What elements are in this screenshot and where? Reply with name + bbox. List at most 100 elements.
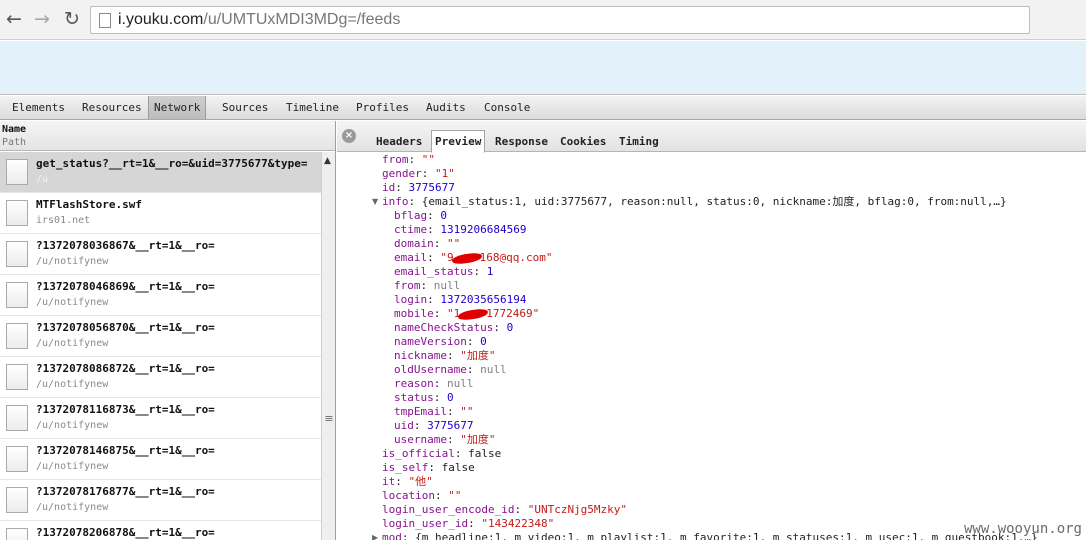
- tab-cookies[interactable]: Cookies: [557, 131, 609, 152]
- json-value: "加度": [460, 433, 496, 446]
- json-key: nameCheckStatus: [394, 321, 494, 334]
- tab-audits[interactable]: Audits: [421, 96, 471, 119]
- json-property: id: 3775677: [382, 181, 455, 194]
- json-object-mod[interactable]: ▶ mod: {m_headline:1, m_video:1, m_playli…: [372, 531, 1038, 540]
- request-row[interactable]: ?1372078086872&__rt=1&__ro= /u/notifynew: [0, 357, 321, 398]
- json-object-info[interactable]: ▼ info: {email_status:1, uid:3775677, rea…: [372, 195, 1007, 209]
- json-value: "": [421, 153, 435, 166]
- json-key: nickname: [394, 349, 447, 362]
- json-key: from: [382, 153, 409, 166]
- json-preview-tree: from: "" gender: "1" id: 3775677 ▼ info: …: [337, 153, 1086, 540]
- request-name: get_status?__rt=1&__ro=&uid=3775677&type…: [36, 157, 308, 170]
- tab-elements[interactable]: Elements: [7, 96, 70, 119]
- json-key: login: [394, 293, 428, 306]
- json-property: is_official: false: [382, 447, 502, 460]
- splitter-grip-icon[interactable]: ≡: [322, 412, 335, 425]
- request-path: /u/notifynew: [36, 338, 109, 349]
- detail-tabs: × Headers Preview Response Cookies Timin…: [337, 121, 1086, 153]
- json-property: nameVersion: 0: [394, 335, 487, 348]
- close-icon[interactable]: ×: [342, 129, 356, 143]
- tab-timing[interactable]: Timing: [616, 131, 662, 152]
- request-row[interactable]: ?1372078056870&__rt=1&__ro= /u/notifynew: [0, 316, 321, 357]
- expanded-triangle-icon[interactable]: ▼: [372, 195, 378, 209]
- json-property: it: "他": [382, 475, 433, 488]
- json-key: email_status: [394, 265, 474, 278]
- json-property: email: "9 168@qq.com": [394, 251, 553, 265]
- reload-icon[interactable]: ↻: [61, 8, 83, 30]
- json-key: nameVersion: [394, 335, 467, 348]
- tab-preview[interactable]: Preview: [431, 130, 486, 153]
- json-value: 0: [480, 335, 487, 348]
- request-path: /u/notifynew: [36, 379, 109, 390]
- url-text[interactable]: i.youku.com/u/UMTUxMDI3MDg=/feeds: [118, 11, 400, 29]
- request-row[interactable]: ?1372078116873&__rt=1&__ro= /u/notifynew: [0, 398, 321, 439]
- request-row[interactable]: ?1372078146875&__rt=1&__ro= /u/notifynew: [0, 439, 321, 480]
- request-row[interactable]: ?1372078046869&__rt=1&__ro= /u/notifynew: [0, 275, 321, 316]
- json-property: status: 0: [394, 391, 454, 404]
- tab-timeline[interactable]: Timeline: [281, 96, 344, 119]
- json-key: username: [394, 433, 447, 446]
- request-name: ?1372078036867&__rt=1&__ro=: [36, 239, 215, 252]
- request-row[interactable]: get_status?__rt=1&__ro=&uid=3775677&type…: [0, 152, 321, 193]
- column-name-header[interactable]: Name: [2, 123, 335, 136]
- request-path: /u/notifynew: [36, 502, 109, 513]
- email-suffix: 168@qq.com": [479, 251, 553, 264]
- json-property: login_user_id: "143422348": [382, 517, 555, 530]
- request-list-header[interactable]: Name Path: [0, 121, 335, 151]
- json-property: domain: "": [394, 237, 461, 250]
- json-value: "": [448, 489, 462, 502]
- json-property: is_self: false: [382, 461, 475, 474]
- tab-network[interactable]: Network: [148, 96, 207, 119]
- json-key: mod: [382, 531, 402, 540]
- json-property: email_status: 1: [394, 265, 494, 278]
- json-value: "1": [435, 167, 455, 180]
- request-path: irs01.net: [36, 215, 91, 226]
- page-icon: [99, 13, 111, 28]
- forward-arrow-icon[interactable]: →: [31, 8, 53, 30]
- file-icon: [6, 528, 28, 540]
- request-row[interactable]: ?1372078036867&__rt=1&__ro= /u/notifynew: [0, 234, 321, 275]
- tab-response[interactable]: Response: [492, 131, 551, 152]
- tab-headers[interactable]: Headers: [373, 131, 425, 152]
- devtools-panel-tabs: Elements Resources Network Sources Timel…: [0, 96, 1086, 120]
- request-row[interactable]: ?1372078176877&__rt=1&__ro= /u/notifynew: [0, 480, 321, 521]
- request-name: ?1372078046869&__rt=1&__ro=: [36, 280, 215, 293]
- json-key: ctime: [394, 223, 428, 236]
- mobile-suffix: 1772469": [486, 307, 540, 320]
- json-object-summary: {email_status:1, uid:3775677, reason:nul…: [421, 195, 1007, 208]
- json-property: username: "加度": [394, 433, 496, 446]
- file-icon: [6, 200, 28, 226]
- request-row[interactable]: ?1372078206878&__rt=1&__ro=: [0, 521, 321, 540]
- request-name: ?1372078176877&__rt=1&__ro=: [36, 485, 215, 498]
- json-key: location: [382, 489, 435, 502]
- json-property: nickname: "加度": [394, 349, 496, 362]
- json-value: 3775677: [408, 181, 455, 194]
- back-arrow-icon[interactable]: ←: [3, 8, 25, 30]
- scroll-up-arrow-icon[interactable]: ▲: [324, 156, 331, 166]
- json-value: "他": [408, 475, 433, 488]
- json-key: login_user_encode_id: [382, 503, 515, 516]
- tab-console[interactable]: Console: [479, 96, 535, 119]
- tab-sources[interactable]: Sources: [217, 96, 273, 119]
- json-property: from: null: [394, 279, 461, 292]
- json-value: 1: [486, 265, 494, 278]
- json-object-summary: {m_headline:1, m_video:1, m_playlist:1, …: [415, 531, 1038, 540]
- file-icon: [6, 241, 28, 267]
- file-icon: [6, 323, 28, 349]
- json-value: 3775677: [427, 419, 474, 432]
- request-row[interactable]: MTFlashStore.swf irs01.net: [0, 193, 321, 234]
- json-property: ctime: 1319206684569: [394, 223, 527, 236]
- tab-profiles[interactable]: Profiles: [351, 96, 414, 119]
- json-property: tmpEmail: "": [394, 405, 474, 418]
- request-path: /u/notifynew: [36, 420, 109, 431]
- json-value: null: [447, 377, 474, 390]
- request-list-scrollbar[interactable]: ▲ ≡: [321, 152, 335, 540]
- tab-resources[interactable]: Resources: [77, 96, 147, 119]
- json-value: "": [460, 405, 474, 418]
- file-icon: [6, 487, 28, 513]
- column-path-header[interactable]: Path: [2, 136, 335, 149]
- address-bar[interactable]: i.youku.com/u/UMTUxMDI3MDg=/feeds: [90, 6, 1030, 34]
- collapsed-triangle-icon[interactable]: ▶: [372, 531, 378, 540]
- json-value: "": [447, 237, 461, 250]
- json-key: is_official: [382, 447, 455, 460]
